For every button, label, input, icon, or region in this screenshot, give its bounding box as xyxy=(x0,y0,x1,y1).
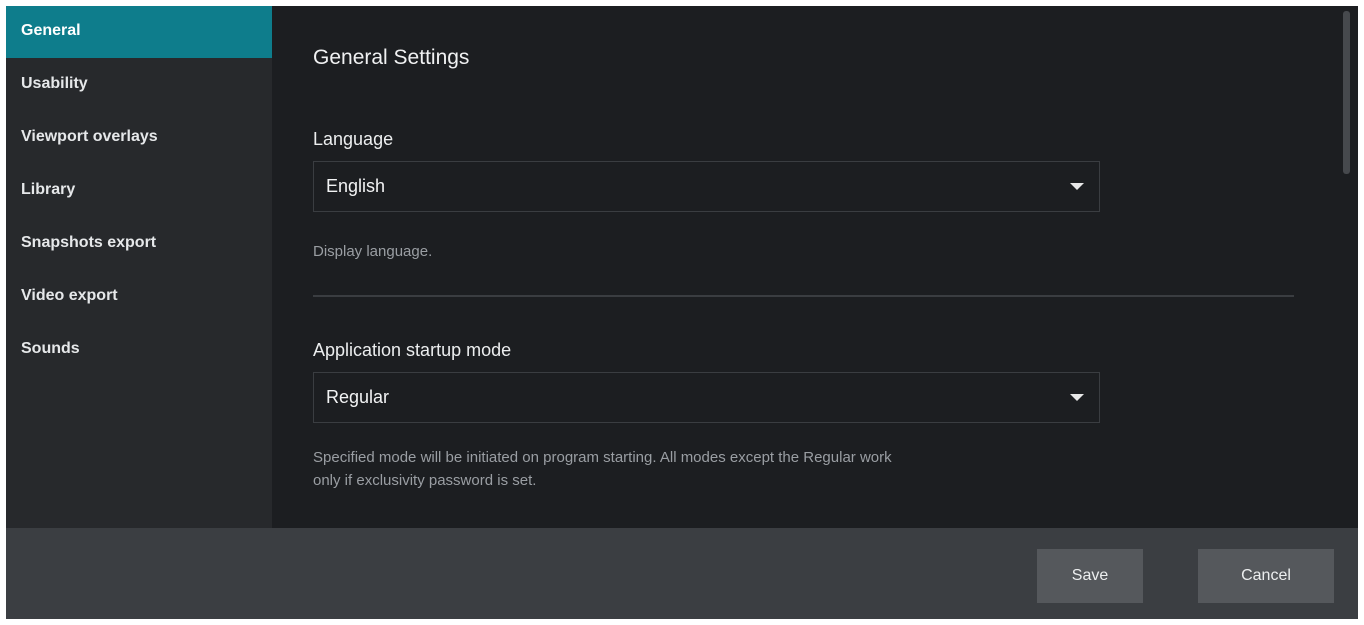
sidebar-item-library[interactable]: Library xyxy=(6,164,272,217)
sidebar-item-sounds[interactable]: Sounds xyxy=(6,323,272,376)
settings-content: General Settings Language English Displa… xyxy=(272,6,1358,528)
language-select[interactable]: English xyxy=(313,161,1100,212)
sidebar-item-viewport-overlays[interactable]: Viewport overlays xyxy=(6,111,272,164)
startup-mode-help-line-1: Specified mode will be initiated on prog… xyxy=(313,449,892,466)
sidebar-item-general[interactable]: General xyxy=(6,6,272,58)
caret-down-icon xyxy=(1070,183,1084,190)
sidebar-item-snapshots-export[interactable]: Snapshots export xyxy=(6,217,272,270)
startup-mode-help-line-2: only if exclusivity password is set. xyxy=(313,472,537,489)
vertical-scrollbar[interactable] xyxy=(1343,11,1350,174)
startup-mode-select[interactable]: Regular xyxy=(313,372,1100,423)
cancel-button[interactable]: Cancel xyxy=(1198,549,1334,603)
settings-window: General Usability Viewport overlays Libr… xyxy=(6,6,1358,619)
startup-mode-label: Application startup mode xyxy=(313,340,512,360)
startup-mode-select-value: Regular xyxy=(326,387,390,407)
language-label: Language xyxy=(313,129,394,149)
section-divider xyxy=(313,295,1294,297)
language-select-value: English xyxy=(326,176,386,196)
settings-sidebar: General Usability Viewport overlays Libr… xyxy=(6,6,272,528)
sidebar-item-video-export[interactable]: Video export xyxy=(6,270,272,323)
sidebar-item-usability[interactable]: Usability xyxy=(6,58,272,111)
save-button[interactable]: Save xyxy=(1037,549,1143,603)
caret-down-icon xyxy=(1070,394,1084,401)
startup-mode-help-text: Specified mode will be initiated on prog… xyxy=(313,446,1113,492)
language-help-text: Display language. xyxy=(313,243,433,260)
page-title: General Settings xyxy=(313,46,470,69)
dialog-footer: Save Cancel xyxy=(6,528,1358,619)
